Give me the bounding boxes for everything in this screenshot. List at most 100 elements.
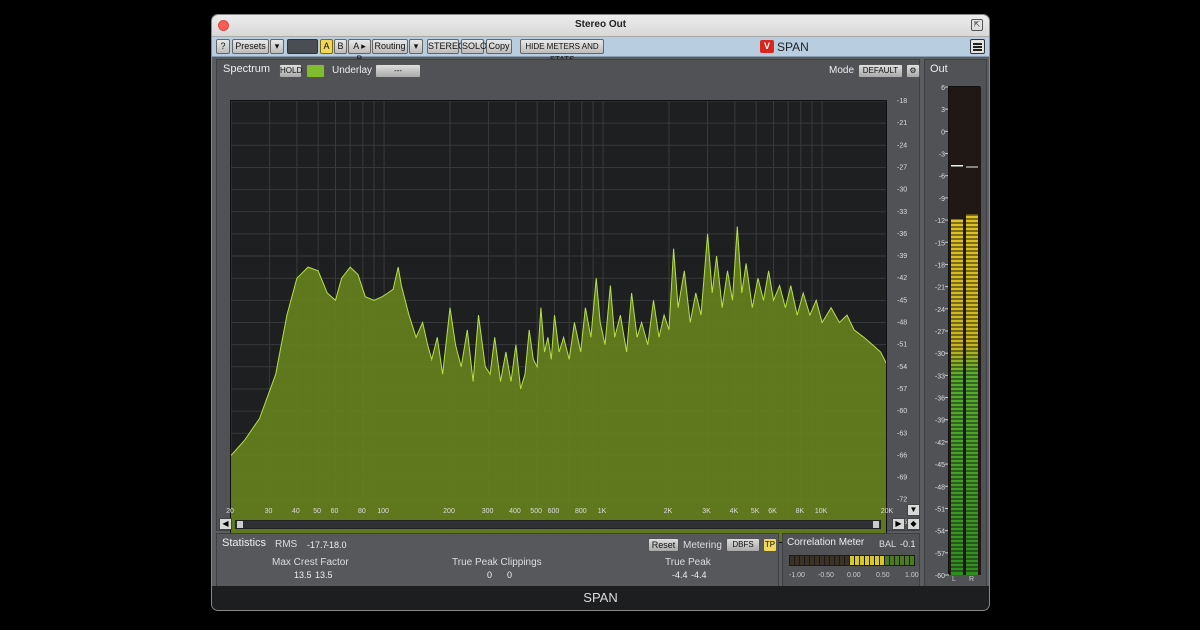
- db-tick-label: -33: [897, 209, 907, 216]
- correlation-segment: [860, 556, 864, 565]
- hold-indicator[interactable]: [306, 64, 325, 78]
- hide-meters-button[interactable]: HIDE METERS AND STATS: [520, 39, 604, 64]
- meter-scale-label: -39: [935, 418, 945, 425]
- correlation-tick-label: 0.00: [847, 572, 861, 579]
- mode-label: Mode: [829, 65, 855, 76]
- expand-icon[interactable]: ⇱: [971, 19, 983, 31]
- db-tick-label: -30: [897, 187, 907, 194]
- correlation-segment: [885, 556, 889, 565]
- meter-scale-label: -9: [939, 196, 945, 203]
- db-tick-label: -63: [897, 430, 907, 437]
- meter-scale-label: -27: [935, 329, 945, 336]
- preset-slot-display[interactable]: [287, 39, 318, 54]
- correlation-tick-label: 0.50: [876, 572, 890, 579]
- correlation-tick-label: 1.00: [905, 572, 919, 579]
- statistics-label: Statistics: [222, 537, 267, 549]
- correlation-segment: [855, 556, 859, 565]
- reset-button[interactable]: Reset: [648, 538, 679, 552]
- solo-button[interactable]: SOLO: [461, 39, 487, 54]
- routing-dropdown-button[interactable]: ▾: [409, 39, 423, 54]
- zoom-diamond-icon[interactable]: ◆: [907, 518, 920, 530]
- meter-scale-label: -24: [935, 307, 945, 314]
- meter-scale-label: -48: [935, 484, 945, 491]
- ab-a-button[interactable]: A: [320, 39, 333, 54]
- copy-a-to-b-button[interactable]: A ▸ B: [348, 39, 371, 64]
- hold-button[interactable]: HOLD: [279, 64, 302, 78]
- metering-label: Metering: [683, 540, 722, 551]
- spectrum-label: Spectrum: [223, 63, 271, 75]
- mode-select[interactable]: DEFAULT: [858, 64, 903, 78]
- underlay-label: Underlay: [332, 65, 373, 76]
- meter-scale-label: -45: [935, 462, 945, 469]
- correlation-segment: [820, 556, 824, 565]
- correlation-segment: [840, 556, 844, 565]
- db-tick-label: -66: [897, 452, 907, 459]
- correlation-label: Correlation Meter: [787, 537, 865, 548]
- correlation-segment: [805, 556, 809, 565]
- logo-text: SPAN: [777, 40, 809, 54]
- stereo-button[interactable]: STEREO: [427, 39, 465, 54]
- metering-select[interactable]: DBFS: [726, 538, 760, 552]
- output-level-meter: L R: [948, 86, 981, 583]
- correlation-segment: [870, 556, 874, 565]
- db-tick-label: -42: [897, 275, 907, 282]
- crest-right-value: 13.5: [315, 570, 333, 580]
- meter-scale-label: -21: [935, 285, 945, 292]
- scroll-right-icon[interactable]: ▶: [892, 518, 905, 530]
- window-title: Stereo Out: [574, 19, 627, 30]
- db-tick-label: -48: [897, 320, 907, 327]
- correlation-segment: [830, 556, 834, 565]
- help-button[interactable]: ?: [216, 39, 230, 54]
- presets-dropdown-button[interactable]: ▾: [270, 39, 284, 54]
- spectrum-plot: [230, 100, 887, 543]
- rms-right-value: -18.0: [326, 540, 347, 550]
- channel-label-left: L: [952, 576, 956, 583]
- balance-label: BAL: [879, 539, 897, 549]
- db-tick-label: -57: [897, 386, 907, 393]
- footer-title: SPAN: [583, 590, 618, 605]
- true-peak-label: True Peak: [665, 557, 711, 568]
- correlation-segment: [815, 556, 819, 565]
- correlation-segment: [845, 556, 849, 565]
- correlation-segment: [790, 556, 794, 565]
- copy-button[interactable]: Copy: [486, 39, 512, 54]
- correlation-segments: [790, 556, 914, 565]
- out-scale-labels: 6 3 0 -3 -6 -9 -12 -15 -18 -21 -24 -27 -30 -33 -36 -39 -…: [935, 85, 949, 580]
- meter-scale-label: -51: [935, 506, 945, 513]
- correlation-segment: [800, 556, 804, 565]
- statistics-panel: Statistics RMS -17.7 -18.0 Reset Meterin…: [216, 533, 779, 587]
- meter-scale-label: -15: [935, 240, 945, 247]
- db-tick-label: -54: [897, 364, 907, 371]
- db-tick-label: -36: [897, 231, 907, 238]
- correlation-segment: [900, 556, 904, 565]
- presets-button[interactable]: Presets: [232, 39, 269, 54]
- scroll-down-icon[interactable]: ▼: [907, 504, 920, 516]
- main-menu-button[interactable]: [970, 39, 985, 54]
- correlation-bar: [789, 555, 915, 566]
- plugin-toolbar: ? Presets ▾ A B A ▸ B Routing ▾ STEREO S…: [212, 37, 989, 64]
- db-tick-label: -24: [897, 142, 907, 149]
- meter-bar-left: [951, 219, 963, 576]
- spectrum-panel: Spectrum HOLD Underlay --- Mode DEFAULT …: [216, 59, 920, 543]
- correlation-segment: [905, 556, 909, 565]
- routing-button[interactable]: Routing: [372, 39, 408, 54]
- channel-label-right: R: [969, 576, 975, 583]
- ab-b-button[interactable]: B: [334, 39, 347, 54]
- db-tick-label: -39: [897, 253, 907, 260]
- underlay-select[interactable]: ---: [375, 64, 421, 78]
- horizontal-scrollbar[interactable]: [235, 520, 881, 529]
- scroll-thumb-right[interactable]: [873, 521, 879, 528]
- settings-gear-icon[interactable]: ⚙: [906, 64, 920, 78]
- db-tick-label: -51: [897, 342, 907, 349]
- db-tick-label: -21: [897, 120, 907, 127]
- correlation-tick-label: -0.50: [818, 572, 834, 579]
- true-peak-toggle[interactable]: TP: [763, 538, 777, 552]
- scroll-left-icon[interactable]: ◀: [219, 518, 232, 530]
- scroll-thumb[interactable]: [237, 521, 243, 528]
- meter-scale-label: -57: [935, 551, 945, 558]
- meter-scale-label: 0: [941, 129, 945, 136]
- meter-scale-label: -36: [935, 396, 945, 403]
- correlation-tick-label: -1.00: [789, 572, 805, 579]
- correlation-segment: [890, 556, 894, 565]
- voxengo-logo-icon: V: [760, 40, 774, 53]
